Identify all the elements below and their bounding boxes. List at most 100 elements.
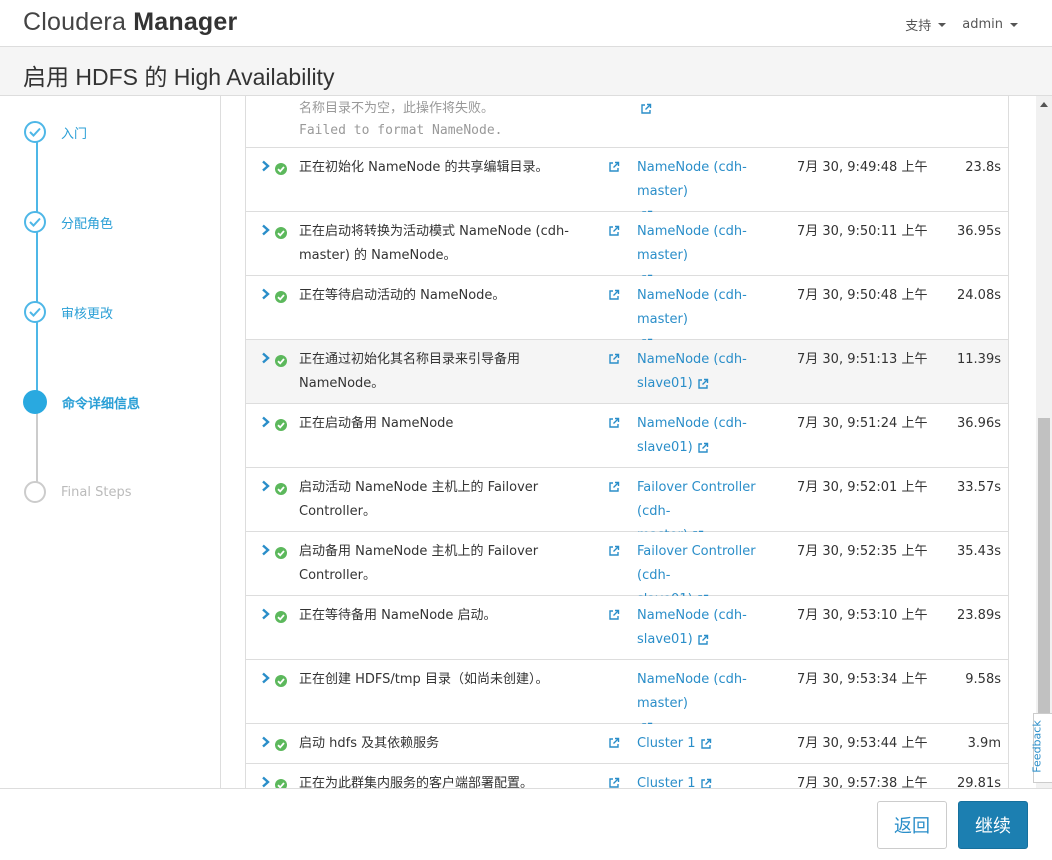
command-duration: 33.57s [957, 480, 1001, 495]
role-link[interactable]: NameNode (cdh- [637, 352, 747, 367]
command-start-time: 7月 30, 9:53:34 上午 [797, 672, 928, 687]
table-row: 正在等待启动活动的 NameNode。 NameNode (cdh-master)… [246, 276, 1008, 349]
command-message-text: 启动 hdfs 及其依赖服务 [299, 736, 440, 751]
wizard-step-label: 入门 [61, 126, 88, 142]
command-message: 名称目录不为空，此操作将失败。 [299, 101, 495, 116]
external-link-icon[interactable] [608, 775, 620, 788]
command-message-text: 正在创建 HDFS/tmp 目录（如尚未创建）。 [299, 672, 549, 687]
external-link-icon[interactable] [697, 632, 709, 647]
success-check-icon [275, 227, 287, 239]
expand-chevron-icon[interactable] [261, 480, 271, 492]
command-message: 正在等待启动活动的 NameNode。 [299, 284, 599, 308]
expand-chevron-icon[interactable] [261, 288, 271, 300]
role-link-cont[interactable]: slave01) [637, 632, 693, 647]
command-message-cont: Controller。 [299, 504, 376, 519]
command-start-time: 7月 30, 9:53:44 上午 [797, 736, 928, 751]
role-link[interactable]: Cluster 1 [637, 736, 696, 751]
feedback-tab[interactable]: Feedback [1031, 713, 1052, 783]
brand-logo[interactable]: Cloudera Manager [23, 8, 237, 37]
role-link[interactable]: NameNode (cdh-master) [637, 672, 747, 711]
command-duration: 29.81s [957, 776, 1001, 788]
external-link-icon[interactable] [608, 223, 620, 238]
command-start-time: 7月 30, 9:52:35 上午 [797, 544, 928, 559]
external-link-icon[interactable] [608, 479, 620, 494]
scroll-up-arrow-icon[interactable] [1040, 102, 1048, 107]
expand-chevron-icon[interactable] [261, 352, 271, 364]
external-link-icon[interactable] [697, 376, 709, 391]
external-link-icon[interactable] [700, 776, 712, 788]
wizard-step-3[interactable]: 审核更改 [24, 301, 113, 323]
command-start-time: 7月 30, 9:49:48 上午 [797, 160, 928, 175]
back-button[interactable]: 返回 [877, 801, 947, 849]
external-link-icon[interactable] [608, 543, 620, 558]
wizard-step-4[interactable]: 命令详细信息 [23, 390, 140, 414]
expand-chevron-icon[interactable] [261, 608, 271, 620]
external-link-icon[interactable] [697, 440, 709, 455]
user-menu[interactable]: admin [962, 15, 1018, 34]
role-link[interactable]: NameNode (cdh- [637, 416, 747, 431]
command-duration: 9.58s [965, 672, 1001, 687]
external-link-icon[interactable] [608, 415, 620, 430]
page-title: 启用 HDFS 的 High Availability [23, 64, 335, 90]
command-message: 正在等待备用 NameNode 启动。 [299, 604, 599, 628]
wizard-step-label: 分配角色 [61, 216, 114, 232]
role-link[interactable]: NameNode (cdh- [637, 608, 747, 623]
external-link-icon[interactable] [608, 607, 620, 622]
expand-chevron-icon[interactable] [261, 224, 271, 236]
command-details-panel[interactable]: 名称目录不为空，此操作将失败。 Failed to format NameNod… [221, 96, 1036, 788]
wizard-step-1[interactable]: 入门 [24, 121, 87, 143]
command-message: 正在通过初始化其名称目录来引导备用 NameNode。 [299, 348, 599, 396]
external-link-icon[interactable] [640, 101, 652, 116]
command-start-time: 7月 30, 9:50:48 上午 [797, 288, 928, 303]
role-link[interactable]: Cluster 1 [637, 776, 696, 788]
command-table: 名称目录不为空，此操作将失败。 Failed to format NameNod… [245, 96, 1009, 788]
external-link-icon[interactable] [608, 351, 620, 366]
command-message-text: 正在等待启动活动的 NameNode。 [299, 288, 506, 303]
table-row: 启动 hdfs 及其依赖服务 Cluster 1 7月 30, 9:53:44 上… [246, 724, 1008, 764]
role-link[interactable]: NameNode (cdh-master) [637, 224, 747, 263]
wizard-step-5: Final Steps [24, 481, 131, 503]
command-message: 正在初始化 NameNode 的共享编辑目录。 [299, 156, 599, 180]
caret-down-icon [938, 22, 947, 27]
command-message-text: 启动备用 NameNode 主机上的 Failover [299, 544, 539, 559]
success-check-icon [275, 483, 287, 495]
vertical-scrollbar[interactable] [1036, 96, 1052, 788]
role-link-cont[interactable]: slave01) [637, 440, 693, 455]
command-duration: 35.43s [957, 544, 1001, 559]
command-message-text: 正在通过初始化其名称目录来引导备用 [299, 352, 521, 367]
expand-chevron-icon[interactable] [261, 416, 271, 428]
check-circle-icon [24, 301, 46, 323]
table-row: 启动活动 NameNode 主机上的 Failover Controller。 Fa… [246, 468, 1008, 543]
top-navbar: Cloudera Manager 支持 admin [0, 0, 1052, 47]
external-link-icon[interactable] [700, 736, 712, 751]
command-duration: 23.89s [957, 608, 1001, 623]
wizard-step-2[interactable]: 分配角色 [24, 211, 113, 233]
external-link-icon[interactable] [608, 159, 620, 174]
expand-chevron-icon[interactable] [261, 672, 271, 684]
command-message: 正在启动备用 NameNode [299, 412, 599, 436]
external-link-icon[interactable] [608, 735, 620, 750]
role-cell: Cluster 1 [637, 732, 787, 756]
role-link[interactable]: NameNode (cdh-master) [637, 288, 747, 327]
role-link[interactable]: Failover Controller (cdh- [637, 544, 756, 583]
expand-chevron-icon[interactable] [261, 160, 271, 172]
wizard-steps: 入门 分配角色 审核更改 命令详细信息 Final Steps [0, 96, 221, 788]
success-check-icon [275, 547, 287, 559]
continue-button[interactable]: 继续 [958, 801, 1028, 849]
support-menu[interactable]: 支持 [905, 15, 947, 34]
command-duration: 11.39s [957, 352, 1001, 367]
brand-name-light: Cloudera [23, 8, 127, 36]
role-link[interactable]: Failover Controller (cdh- [637, 480, 756, 519]
role-cell: NameNode (cdh-slave01) [637, 412, 787, 460]
table-row: 启动备用 NameNode 主机上的 Failover Controller。 Fa… [246, 532, 1008, 607]
expand-chevron-icon[interactable] [261, 736, 271, 748]
command-error: Failed to format NameNode. [299, 123, 503, 138]
check-circle-icon [24, 121, 46, 143]
external-link-icon[interactable] [608, 287, 620, 302]
expand-chevron-icon[interactable] [261, 776, 271, 788]
expand-chevron-icon[interactable] [261, 544, 271, 556]
role-link[interactable]: NameNode (cdh-master) [637, 160, 747, 199]
role-cell: NameNode (cdh-slave01) [637, 604, 787, 652]
command-start-time: 7月 30, 9:53:10 上午 [797, 608, 928, 623]
role-link-cont[interactable]: slave01) [637, 376, 693, 391]
